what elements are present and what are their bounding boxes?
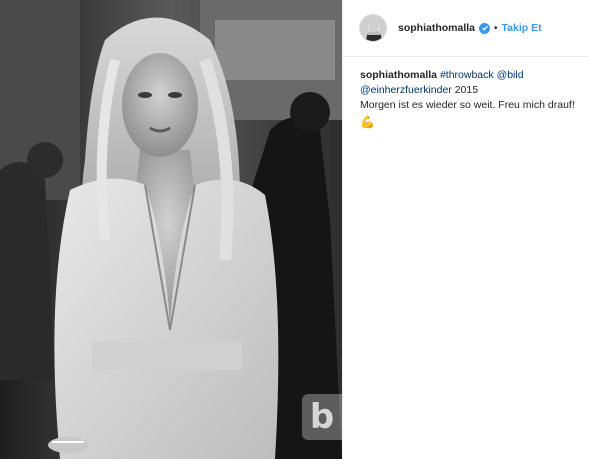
post-side-panel: sophiathomalla • Takip Et sophiathomalla… xyxy=(342,0,589,459)
flexed-biceps-emoji: 💪 xyxy=(360,115,375,129)
header-separator: • xyxy=(494,22,498,34)
watermark-text: b xyxy=(309,397,335,437)
instagram-post: b sophiathomalla • Takip Et sophiathomal… xyxy=(0,0,589,459)
post-caption: sophiathomalla #throwback @bild @einherz… xyxy=(360,68,582,131)
watermark-logo: b xyxy=(302,394,342,440)
verified-badge-icon xyxy=(479,22,491,34)
caption-year: 2015 xyxy=(451,84,479,96)
caption-username[interactable]: sophiathomalla xyxy=(360,69,437,81)
header-username[interactable]: sophiathomalla xyxy=(398,22,475,34)
post-photo[interactable]: b xyxy=(0,0,342,459)
avatar-image xyxy=(360,15,386,41)
caption-body: Morgen ist es wieder so weit. Freu mich … xyxy=(360,99,575,111)
caption-hashtag-throwback[interactable]: #throwback xyxy=(440,69,494,81)
photo-illustration xyxy=(0,0,342,459)
avatar[interactable] xyxy=(359,14,387,42)
caption-line-2: @einherzfuerkinder 2015 xyxy=(360,83,582,98)
caption-mention-einherzfuerkinder[interactable]: @einherzfuerkinder xyxy=(360,84,452,96)
caption-mention-bild[interactable]: @bild xyxy=(497,69,524,81)
caption-line-1: sophiathomalla #throwback @bild xyxy=(360,68,582,83)
post-header: sophiathomalla • Takip Et xyxy=(343,0,589,57)
follow-button[interactable]: Takip Et xyxy=(502,22,542,34)
